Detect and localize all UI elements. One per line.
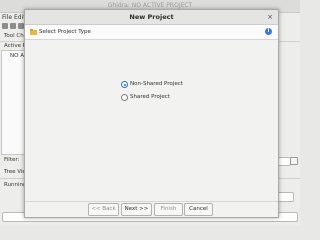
wizard-icon <box>30 29 37 35</box>
next-button[interactable]: Next >> <box>121 203 152 216</box>
open-icon[interactable] <box>2 23 8 29</box>
tree-view-tab[interactable]: Tree Vie <box>4 169 26 175</box>
radio-selected-icon[interactable] <box>121 81 128 88</box>
info-icon[interactable]: i <box>265 28 272 35</box>
save-icon[interactable] <box>10 23 16 29</box>
filter-input[interactable] <box>277 157 291 166</box>
dialog-subtitle: Select Project Type <box>39 29 91 35</box>
radio-unselected-icon[interactable] <box>121 94 128 101</box>
dialog-titlebar: New Project × <box>25 10 278 25</box>
new-project-dialog: New Project × Select Project Type i Non-… <box>24 9 279 218</box>
filter-clear-button[interactable] <box>290 157 298 165</box>
filter-label: Filter: <box>4 157 20 163</box>
cancel-button[interactable]: Cancel <box>184 203 213 216</box>
close-icon[interactable]: × <box>267 10 273 24</box>
workspace-select[interactable] <box>277 192 294 202</box>
footer-divider <box>25 201 278 202</box>
active-project-label: Active P <box>4 43 27 49</box>
back-button[interactable]: << Back <box>88 203 119 216</box>
option-label: Shared Project <box>130 94 170 100</box>
menu-file[interactable]: File <box>2 13 12 22</box>
finish-button[interactable]: Finish <box>154 203 183 216</box>
dialog-title: New Project <box>129 13 174 21</box>
dialog-header: Select Project Type i <box>25 25 278 40</box>
option-label: Non-Shared Project <box>130 81 183 87</box>
dialog-body: Non-Shared Project Shared Project <box>25 40 278 200</box>
